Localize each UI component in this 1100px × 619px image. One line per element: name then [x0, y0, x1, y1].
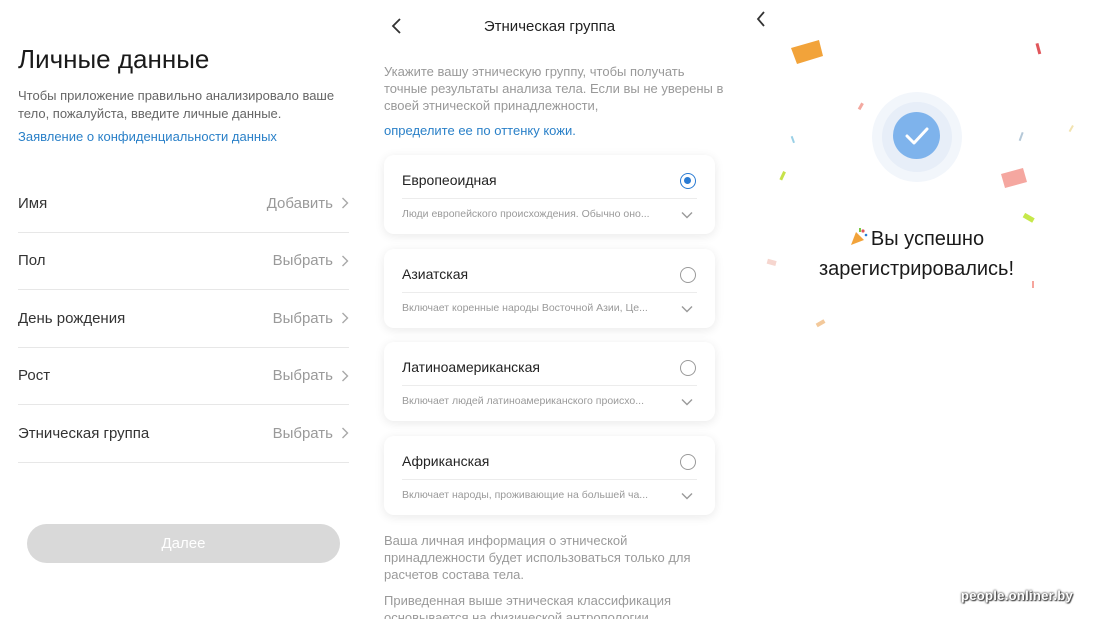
field-value: Выбрать [272, 252, 333, 270]
field-value: Выбрать [272, 424, 333, 442]
success-line-2: зарегистрировались! [818, 258, 1015, 280]
chevron-right-icon [342, 427, 349, 439]
field-row-birthday[interactable]: День рождения Выбрать [18, 290, 349, 348]
confetti-icon [1022, 212, 1035, 223]
confetti-icon [791, 40, 823, 64]
success-line-1: Вы успешно [870, 228, 985, 250]
skin-tone-link[interactable]: определите ее по оттенку кожи. [384, 123, 576, 138]
field-label: День рождения [18, 309, 126, 327]
check-icon [893, 112, 940, 159]
option-name: Азиатская [402, 266, 469, 282]
divider [402, 479, 697, 480]
back-icon[interactable] [18, 0, 30, 4]
watermark: people.onliner.by [961, 588, 1074, 603]
confetti-icon [1035, 42, 1042, 55]
divider [402, 198, 697, 199]
ethnic-option-african[interactable]: Африканская Включает народы, проживающие… [384, 436, 715, 515]
chevron-down-icon[interactable] [681, 398, 693, 406]
chevron-down-icon[interactable] [681, 492, 693, 500]
radio-unselected[interactable] [680, 267, 696, 283]
confetti-icon [790, 135, 795, 144]
ethnic-option-latino[interactable]: Латиноамериканская Включает людей латино… [384, 342, 715, 421]
confetti-icon [1068, 125, 1074, 133]
field-row-name[interactable]: Имя Добавить [18, 175, 349, 233]
privacy-link[interactable]: Заявление о конфиденциальности данных [18, 129, 277, 144]
back-icon[interactable] [755, 10, 767, 28]
personal-data-screen: Личные данные Чтобы приложение правильно… [0, 0, 366, 619]
radio-unselected[interactable] [680, 360, 696, 376]
option-description: Включает народы, проживающие на большей … [402, 489, 649, 501]
field-label: Имя [18, 194, 48, 212]
success-message: Вы успешно зарегистрировались! [733, 224, 1100, 284]
personal-fields-list: Имя Добавить Пол Выбрать День рождения В… [18, 175, 349, 463]
divider [402, 385, 697, 386]
ethnic-option-asian[interactable]: Азиатская Включает коренные народы Восто… [384, 249, 715, 328]
option-description: Включает коренные народы Восточной Азии,… [402, 302, 648, 314]
page-title: Этническая группа [483, 18, 616, 35]
chevron-down-icon[interactable] [681, 211, 693, 219]
confetti-icon [779, 171, 786, 181]
field-row-ethnic-group[interactable]: Этническая группа Выбрать [18, 405, 349, 463]
option-name: Латиноамериканская [402, 359, 540, 375]
next-button[interactable]: Далее [27, 524, 340, 563]
registration-success-screen: Вы успешно зарегистрировались! people.on… [733, 0, 1100, 619]
chevron-right-icon [342, 255, 349, 267]
option-name: Африканская [402, 453, 490, 469]
ethnic-hint: Укажите вашу этническую группу, чтобы по… [384, 64, 724, 113]
radio-selected[interactable] [680, 173, 696, 189]
chevron-right-icon [342, 370, 349, 382]
classification-note: Приведенная выше этническая классификаци… [384, 593, 672, 619]
chevron-right-icon [342, 197, 349, 209]
option-name: Европеоидная [402, 172, 497, 188]
field-label: Пол [18, 252, 46, 270]
option-description: Включает людей латиноамериканского проис… [402, 395, 645, 407]
field-label: Этническая группа [18, 424, 150, 442]
confetti-icon [815, 319, 826, 328]
divider [402, 292, 697, 293]
field-row-gender[interactable]: Пол Выбрать [18, 233, 349, 290]
field-value: Выбрать [272, 309, 333, 327]
page-description: Чтобы приложение правильно анализировало… [18, 88, 335, 121]
chevron-down-icon[interactable] [681, 305, 693, 313]
field-row-height[interactable]: Рост Выбрать [18, 348, 349, 405]
confetti-icon [1018, 131, 1024, 142]
ethnic-option-caucasian[interactable]: Европеоидная Люди европейского происхожд… [384, 155, 715, 234]
party-popper-icon [850, 228, 868, 245]
field-value: Выбрать [272, 367, 333, 385]
confetti-icon [1001, 168, 1027, 188]
page-title: Личные данные [18, 44, 210, 74]
privacy-note: Ваша личная информация о этнической прин… [384, 533, 691, 582]
field-value: Добавить [266, 194, 333, 212]
ethnic-group-screen: Этническая группа Укажите вашу этническу… [366, 0, 733, 619]
confetti-icon [857, 102, 864, 111]
chevron-right-icon [342, 312, 349, 324]
radio-unselected[interactable] [680, 454, 696, 470]
field-label: Рост [18, 367, 51, 385]
option-description: Люди европейского происхождения. Обычно … [402, 208, 650, 220]
